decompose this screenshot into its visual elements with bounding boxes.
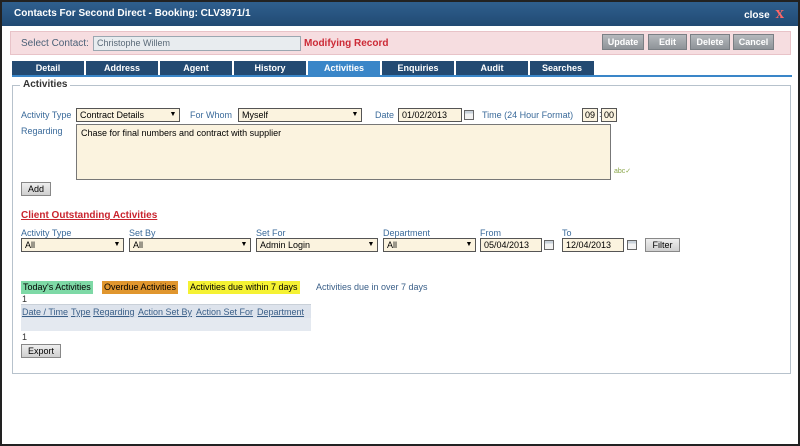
for-whom-label: For Whom [190, 110, 233, 120]
set-by-select[interactable]: All ▼ [129, 238, 251, 252]
set-for-label: Set For [256, 228, 286, 238]
legend-today: Today's Activities [21, 281, 93, 294]
add-button[interactable]: Add [21, 182, 51, 196]
update-button[interactable]: Update [602, 34, 644, 50]
column-action-set-for[interactable]: Action Set For [196, 307, 253, 317]
chevron-down-icon: ▼ [367, 241, 375, 248]
tab-searches[interactable]: Searches [530, 61, 595, 76]
select-contact-field[interactable]: Christophe Willem [93, 36, 301, 51]
activity-type-select[interactable]: Contract Details ▼ [76, 108, 180, 122]
from-date-input[interactable]: 05/04/2013 [480, 238, 542, 252]
regarding-textarea[interactable]: Chase for final numbers and contract wit… [76, 124, 611, 180]
time-hour-input[interactable]: 09 [582, 108, 598, 122]
to-label: To [562, 228, 572, 238]
column-regarding[interactable]: Regarding [93, 307, 135, 317]
page-indicator-bottom: 1 [22, 332, 28, 342]
column-type[interactable]: Type [71, 307, 91, 317]
calendar-icon[interactable] [544, 240, 554, 250]
date-input[interactable]: 01/02/2013 [398, 108, 462, 122]
contacts-window: Contacts For Second Direct - Booking: CL… [0, 0, 800, 446]
chevron-down-icon: ▼ [113, 241, 121, 248]
time-label: Time (24 Hour Format) [482, 110, 574, 120]
close-label: close [744, 10, 770, 21]
department-select[interactable]: All ▼ [383, 238, 476, 252]
delete-button[interactable]: Delete [690, 34, 730, 50]
department-value: All [387, 240, 398, 250]
title-bar: Contacts For Second Direct - Booking: CL… [2, 2, 798, 26]
chevron-down-icon: ▼ [351, 111, 359, 118]
set-for-value: Admin Login [260, 240, 311, 250]
activity-type-value: Contract Details [80, 110, 145, 120]
chevron-down-icon: ▼ [169, 111, 177, 118]
client-outstanding-title: Client Outstanding Activities [21, 210, 158, 221]
calendar-icon[interactable] [627, 240, 637, 250]
export-button[interactable]: Export [21, 344, 61, 358]
legend-overdue: Overdue Activities [102, 281, 179, 294]
regarding-label: Regarding [21, 126, 63, 136]
close-button[interactable]: close X [744, 8, 784, 21]
to-date-input[interactable]: 12/04/2013 [562, 238, 624, 252]
chevron-down-icon: ▼ [465, 241, 473, 248]
close-icon: X [775, 8, 784, 21]
time-minute-input[interactable]: 00 [601, 108, 617, 122]
modifying-status: Modifying Record [304, 38, 389, 49]
filter-button[interactable]: Filter [645, 238, 680, 252]
chevron-down-icon: ▼ [240, 241, 248, 248]
set-by-label: Set By [129, 228, 156, 238]
column-action-set-by[interactable]: Action Set By [138, 307, 192, 317]
window-title: Contacts For Second Direct - Booking: CL… [14, 8, 251, 19]
filter-activity-type-label: Activity Type [21, 228, 72, 238]
activities-grid-header: Date / Time Type Regarding Action Set By… [21, 304, 311, 318]
filter-activity-type-select[interactable]: All ▼ [21, 238, 124, 252]
tab-agent[interactable]: Agent [160, 61, 233, 76]
from-label: From [480, 228, 501, 238]
edit-button[interactable]: Edit [648, 34, 687, 50]
spellcheck-icon[interactable]: abc✓ [614, 167, 631, 175]
set-by-value: All [133, 240, 144, 250]
tab-activities[interactable]: Activities [308, 61, 381, 76]
for-whom-value: Myself [242, 110, 269, 120]
legend-due-within-7-days: Activities due within 7 days [188, 281, 300, 294]
activities-legend: Activities [20, 79, 71, 90]
for-whom-select[interactable]: Myself ▼ [238, 108, 362, 122]
calendar-icon[interactable] [464, 110, 474, 120]
tab-enquiries[interactable]: Enquiries [382, 61, 455, 76]
column-date-time[interactable]: Date / Time [22, 307, 68, 317]
tab-history[interactable]: History [234, 61, 307, 76]
department-label: Department [383, 228, 431, 238]
tab-underline [12, 75, 792, 77]
date-label: Date [375, 110, 395, 120]
tab-audit[interactable]: Audit [456, 61, 529, 76]
select-contact-label: Select Contact: [21, 38, 89, 49]
legend-due-over-7-days: Activities due in over 7 days [314, 281, 430, 294]
set-for-select[interactable]: Admin Login ▼ [256, 238, 378, 252]
column-department[interactable]: Department [257, 307, 304, 317]
filter-activity-type-value: All [25, 240, 36, 250]
activity-type-label: Activity Type [21, 110, 72, 120]
page-indicator-top: 1 [22, 294, 28, 304]
activities-grid-empty-row [21, 318, 311, 331]
tab-address[interactable]: Address [86, 61, 159, 76]
cancel-button[interactable]: Cancel [733, 34, 774, 50]
tab-detail[interactable]: Detail [12, 61, 85, 76]
